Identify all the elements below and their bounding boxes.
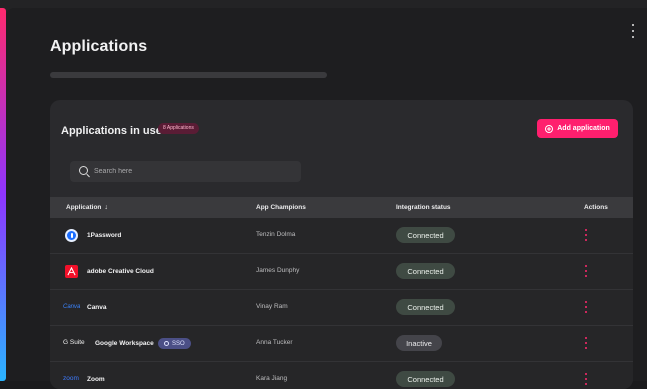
app-name: Canva — [87, 304, 107, 311]
app-name: Google Workspace — [95, 340, 154, 347]
table-row[interactable]: zoom Zoom Kara Jiang Connected — [50, 362, 633, 389]
table-row[interactable]: Canva Canva Vinay Ram Connected — [50, 290, 633, 326]
status-badge: Inactive — [396, 335, 442, 351]
gsuite-logo-icon: G Suite — [63, 339, 85, 346]
card-title: Applications in use — [61, 125, 162, 137]
table-header: Application ↓ App Champions Integration s… — [50, 197, 633, 218]
applications-card: Applications in use 8 Applications Add a… — [50, 100, 633, 389]
row-actions-icon[interactable] — [584, 373, 587, 385]
search-box[interactable] — [70, 161, 301, 182]
app-name: adobe Creative Cloud — [87, 268, 154, 275]
app-name: 1Password — [87, 232, 122, 239]
row-actions-icon[interactable] — [584, 301, 587, 313]
add-application-label: Add application — [557, 125, 610, 132]
table-row[interactable]: adobe Creative Cloud James Dunphy Connec… — [50, 254, 633, 290]
add-circle-icon — [545, 124, 554, 133]
adobe-logo-icon — [65, 265, 78, 278]
row-actions-icon[interactable] — [584, 265, 587, 277]
canva-logo-icon: Canva — [63, 304, 81, 310]
row-actions-icon[interactable] — [584, 229, 587, 241]
loading-bar — [50, 72, 327, 78]
column-header-application[interactable]: Application ↓ — [66, 204, 108, 211]
1password-logo-icon — [65, 229, 78, 242]
column-header-status: Integration status — [396, 204, 451, 211]
table-row[interactable]: 1Password Tenzin Dolma Connected — [50, 218, 633, 254]
table-row[interactable]: G Suite Google Workspace SSO Anna Tucker… — [50, 326, 633, 362]
column-header-champions: App Champions — [256, 204, 306, 211]
app-champion: Vinay Ram — [256, 303, 288, 310]
applications-count-badge: 8 Applications — [158, 123, 199, 134]
app-champion: James Dunphy — [256, 267, 300, 274]
search-input[interactable] — [94, 161, 294, 182]
sort-down-icon[interactable]: ↓ — [104, 204, 108, 211]
row-actions-icon[interactable] — [584, 337, 587, 349]
column-header-actions: Actions — [584, 204, 608, 211]
status-badge: Connected — [396, 371, 455, 387]
more-options-icon[interactable] — [631, 24, 635, 38]
key-icon — [164, 341, 169, 346]
app-champion: Anna Tucker — [256, 339, 293, 346]
status-badge: Connected — [396, 227, 455, 243]
status-badge: Connected — [396, 263, 455, 279]
page-title: Applications — [50, 38, 148, 55]
sso-badge: SSO — [158, 338, 191, 349]
main-window: Applications Applications in use 8 Appli… — [6, 8, 647, 389]
add-application-button[interactable]: Add application — [537, 119, 618, 138]
app-name: Zoom — [87, 376, 105, 383]
app-champion: Tenzin Dolma — [256, 231, 296, 238]
status-badge: Connected — [396, 299, 455, 315]
search-icon — [79, 166, 88, 175]
